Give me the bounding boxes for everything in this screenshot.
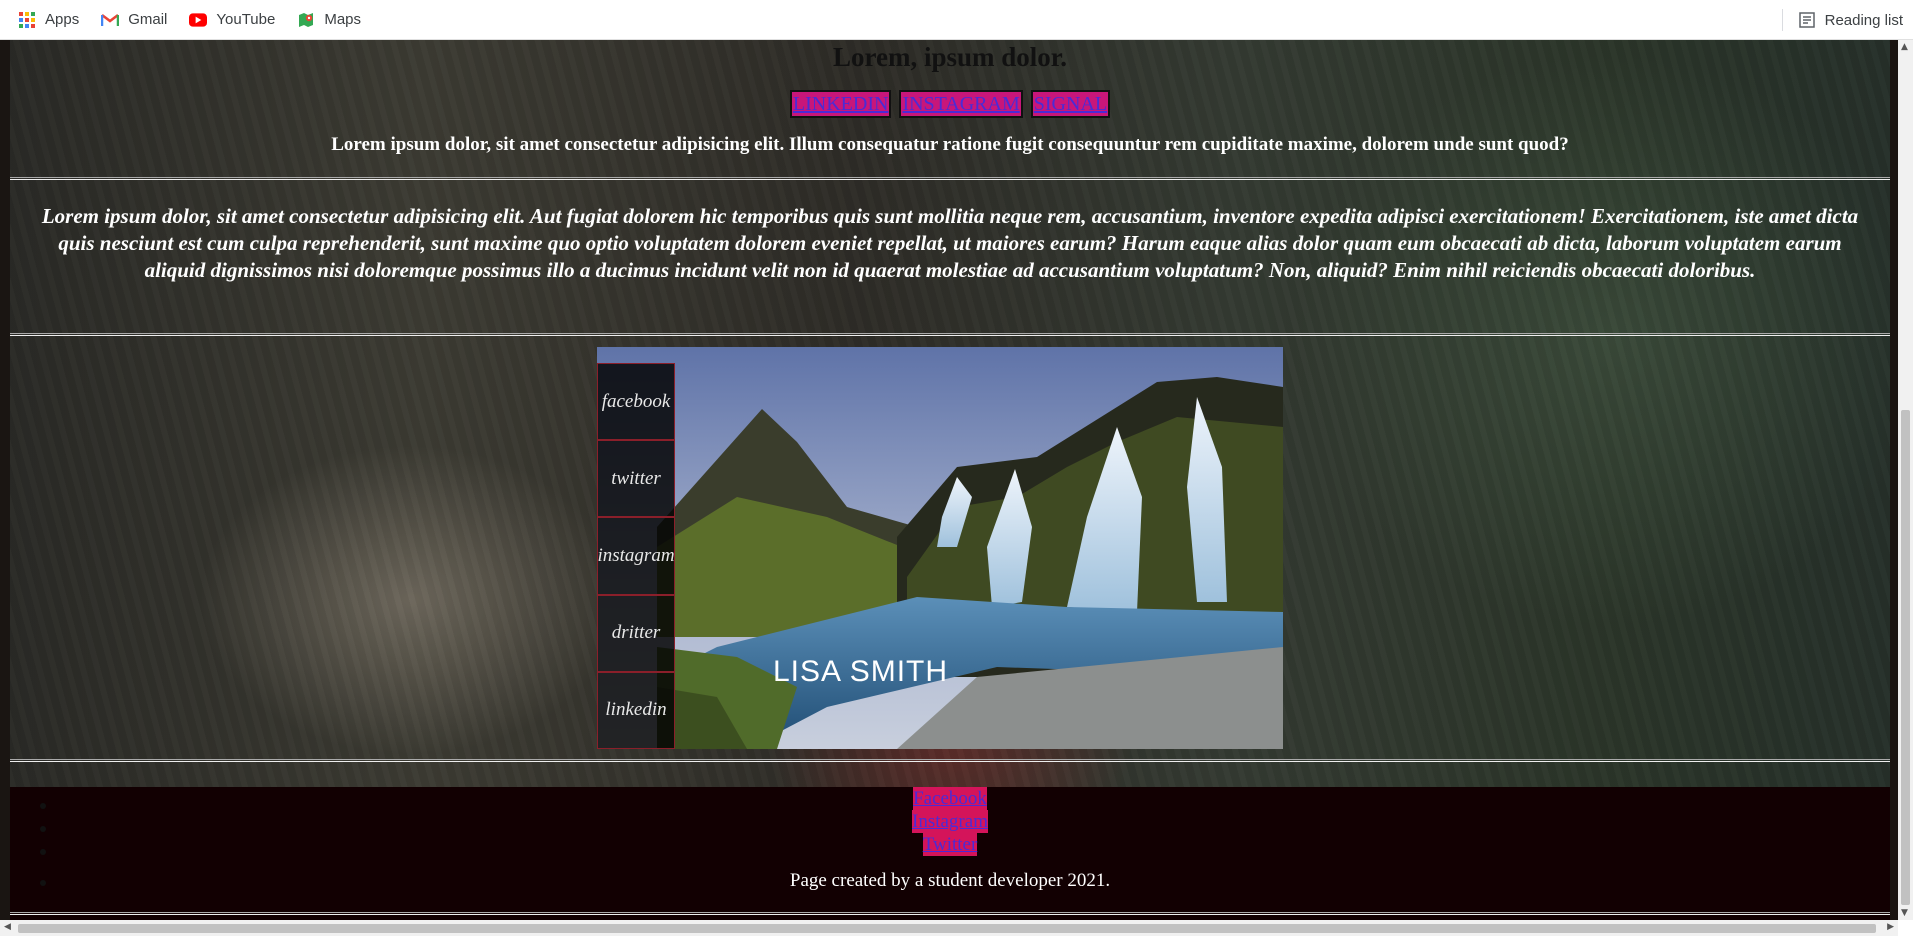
divider — [10, 177, 1890, 180]
scroll-right-icon[interactable]: ▶ — [1887, 922, 1894, 932]
divider — [10, 333, 1890, 336]
reading-list-icon — [1798, 12, 1815, 28]
bookmark-apps[interactable]: Apps — [18, 11, 79, 29]
scroll-up-icon[interactable]: ▲ — [1901, 42, 1908, 52]
profile-card: facebook twitter instagram dritter linke… — [597, 347, 1283, 749]
social-sidebar: facebook twitter instagram dritter linke… — [597, 363, 675, 749]
bookmark-label: Gmail — [128, 11, 168, 28]
bookmark-gmail[interactable]: Gmail — [101, 11, 167, 29]
gmail-icon — [101, 11, 120, 29]
social-nav: LINKEDIN INSTAGRAM SIGNAL — [10, 90, 1890, 118]
scroll-left-icon[interactable]: ◀ — [4, 922, 11, 932]
footer-links: Facebook Instagram Twitter — [10, 787, 1890, 856]
bookmark-label: YouTube — [216, 11, 276, 28]
sidebar-link-linkedin[interactable]: linkedin — [597, 671, 675, 749]
intro-paragraph: Lorem ipsum dolor, sit amet consectetur … — [41, 204, 1859, 282]
footer-link-twitter[interactable]: Twitter — [922, 833, 978, 856]
page-viewport: Lorem, ipsum dolor. LINKEDIN INSTAGRAM S… — [0, 40, 1898, 920]
bookmark-label: Apps — [45, 11, 80, 28]
footer-link-instagram[interactable]: Instagram — [912, 810, 988, 833]
nav-link-instagram[interactable]: INSTAGRAM — [899, 90, 1023, 118]
divider — [10, 912, 1890, 915]
horizontal-scroll-thumb[interactable] — [18, 924, 1876, 933]
lead-text: Lorem ipsum dolor, sit amet consectetur … — [331, 134, 1569, 155]
reading-list-button[interactable]: Reading list — [1781, 0, 1903, 40]
reading-list-label: Reading list — [1824, 11, 1903, 29]
sidebar-link-facebook[interactable]: facebook — [597, 363, 675, 441]
scroll-down-icon[interactable]: ▼ — [1901, 908, 1908, 918]
bookmark-youtube[interactable]: YouTube — [189, 11, 275, 29]
maps-icon — [297, 11, 315, 29]
horizontal-scrollbar[interactable]: ◀ ▶ — [0, 920, 1898, 936]
sidebar-link-twitter[interactable]: twitter — [597, 440, 675, 518]
divider — [10, 759, 1890, 762]
footer-link-facebook[interactable]: Facebook — [913, 787, 987, 810]
divider — [1781, 9, 1783, 31]
footer-credit: Page created by a student developer 2021… — [789, 870, 1111, 891]
bookmark-maps[interactable]: Maps — [297, 11, 361, 29]
sidebar-link-instagram[interactable]: instagram — [597, 517, 675, 595]
bookmarks-bar: Apps Gmail YouTube Maps Reading list — [0, 0, 1913, 40]
bookmark-label: Maps — [324, 11, 362, 28]
youtube-icon — [189, 11, 208, 29]
vertical-scrollbar[interactable]: ▲ ▼ — [1898, 40, 1913, 920]
nav-link-linkedin[interactable]: LINKEDIN — [789, 90, 892, 118]
vertical-scroll-thumb[interactable] — [1901, 410, 1910, 905]
nav-link-signal[interactable]: SIGNAL — [1030, 90, 1111, 118]
page-footer: Facebook Instagram Twitter Page created … — [10, 787, 1890, 920]
apps-grid-icon — [18, 11, 36, 29]
card-name: LISA SMITH — [773, 655, 949, 688]
page-title: Lorem, ipsum dolor. — [832, 42, 1068, 72]
sidebar-link-dritter[interactable]: dritter — [597, 594, 675, 672]
